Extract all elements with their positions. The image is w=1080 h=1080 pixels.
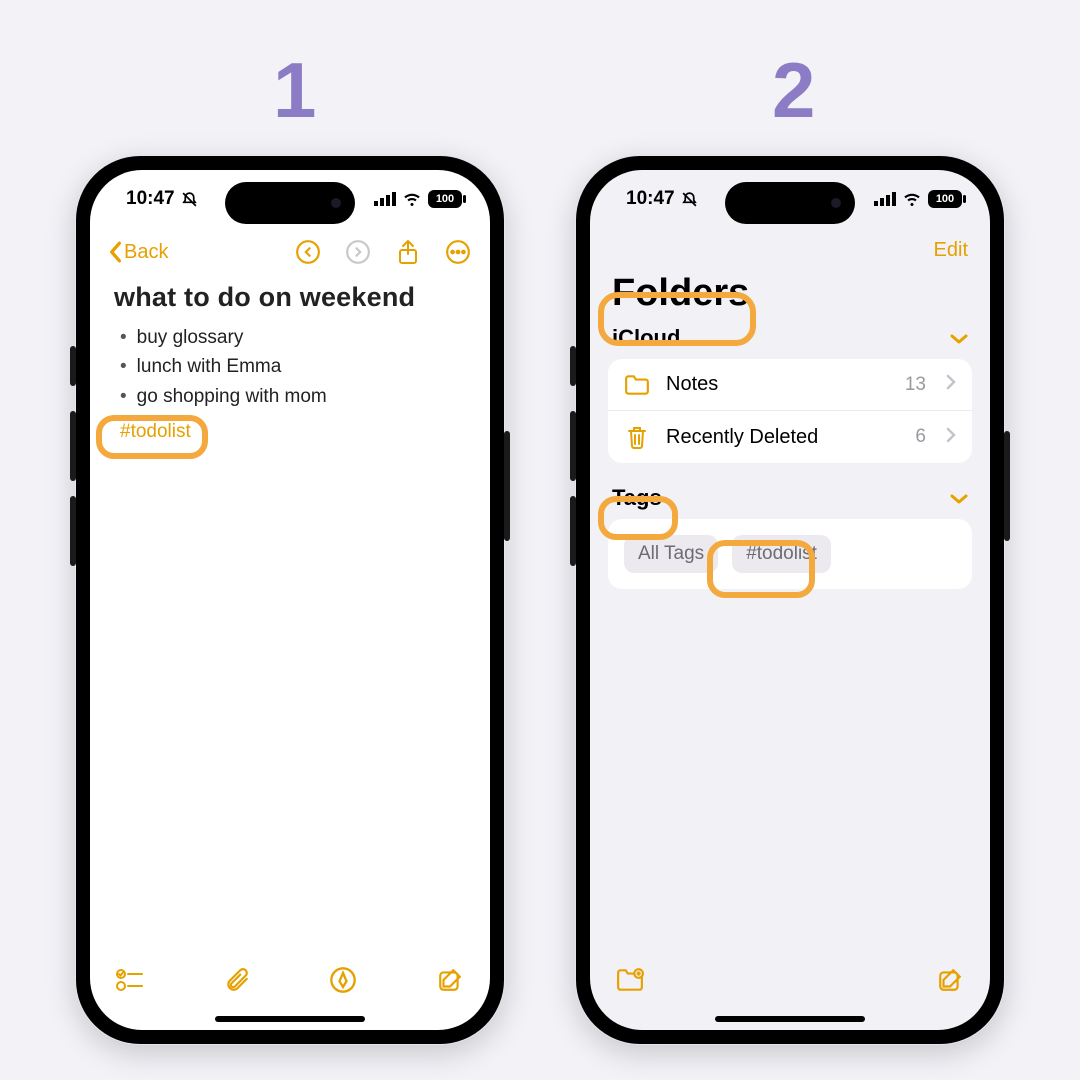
folder-icon [624,374,650,396]
tags-card: All Tags #todolist [608,519,972,589]
dynamic-island [725,182,855,224]
home-indicator[interactable] [215,1016,365,1022]
silent-icon [681,191,698,208]
folder-plus-icon [616,967,644,993]
signal-icon [374,192,396,206]
checklist-button[interactable] [116,966,144,994]
back-button[interactable]: Back [108,241,168,264]
folder-row-notes[interactable]: Notes 13 [608,359,972,411]
chevron-right-icon [946,427,956,443]
new-folder-button[interactable] [616,966,644,994]
compose-button[interactable] [936,966,964,994]
draw-button[interactable] [329,966,357,994]
share-icon [396,239,420,265]
phone-1: 10:47 100 Back [75,155,505,1045]
edit-button[interactable]: Edit [934,239,968,262]
redo-button[interactable] [344,238,372,266]
step-number-2: 2 [772,45,815,136]
folder-row-deleted[interactable]: Recently Deleted 6 [608,411,972,463]
trash-icon [626,425,648,449]
folder-count: 6 [915,426,926,448]
battery-icon: 100 [928,190,962,208]
notes-editor-screen: 10:47 100 Back [90,170,490,1030]
section-icloud: iCloud [612,325,680,351]
note-tag[interactable]: #todolist [114,419,197,445]
compose-icon [937,967,963,993]
status-time: 10:47 [126,188,175,210]
folder-count: 13 [905,374,926,396]
compose-button[interactable] [436,966,464,994]
note-body[interactable]: what to do on weekend buy glossary lunch… [90,276,490,451]
pen-tip-icon [329,966,357,994]
silent-icon [181,191,198,208]
note-title: what to do on weekend [114,282,466,313]
phone-2: 10:47 100 Edit Folders iCloud [575,155,1005,1045]
compose-icon [437,967,463,993]
wifi-icon [902,192,922,206]
status-time: 10:47 [626,188,675,210]
undo-button[interactable] [294,238,322,266]
section-tags: Tags [612,485,662,511]
redo-icon [345,239,371,265]
wifi-icon [402,192,422,206]
share-button[interactable] [394,238,422,266]
undo-icon [295,239,321,265]
chevron-right-icon [946,374,956,390]
tag-todolist[interactable]: #todolist [732,535,831,573]
folder-list: Notes 13 Recently Deleted 6 [608,359,972,463]
chevron-down-icon [950,493,968,505]
chevron-down-icon [950,333,968,345]
tag-all[interactable]: All Tags [624,535,718,573]
signal-icon [874,192,896,206]
collapse-button[interactable] [950,325,968,351]
attach-button[interactable] [223,966,251,994]
checklist-icon [116,968,144,992]
more-button[interactable] [444,238,472,266]
chevron-left-icon [108,241,122,263]
battery-icon: 100 [428,190,462,208]
paperclip-icon [224,966,250,994]
folder-label: Recently Deleted [666,426,899,449]
list-item: buy glossary [114,323,466,352]
dynamic-island [225,182,355,224]
ellipsis-icon [445,239,471,265]
home-indicator[interactable] [715,1016,865,1022]
folders-screen: 10:47 100 Edit Folders iCloud [590,170,990,1030]
folder-label: Notes [666,373,889,396]
collapse-tags-button[interactable] [950,485,968,511]
back-label: Back [124,241,168,264]
editor-toolbar: Back [90,228,490,276]
step-number-1: 1 [273,45,316,136]
list-item: lunch with Emma [114,352,466,381]
page-title: Folders [590,272,990,315]
list-item: go shopping with mom [114,382,466,411]
